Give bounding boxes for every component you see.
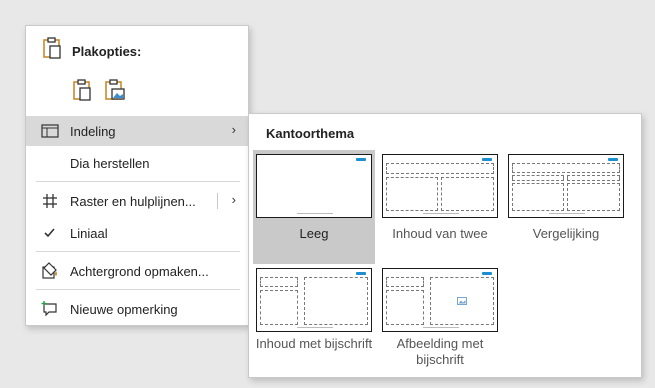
- layout-caption: Inhoud van twee: [392, 226, 488, 241]
- logo-mark: [482, 272, 492, 275]
- title-placeholder: [512, 163, 620, 173]
- layout-caption: Inhoud met bijschrift: [255, 336, 373, 351]
- text-placeholder: [260, 290, 298, 325]
- layout-caption: Afbeelding met bijschrift: [396, 336, 484, 367]
- chevron-right-icon[interactable]: ›: [232, 192, 236, 207]
- menu-item-label: Indeling: [70, 124, 116, 139]
- layout-inhoud-van-twee[interactable]: Inhoud van twee: [379, 150, 501, 264]
- logo-mark: [356, 272, 366, 275]
- content-placeholder: [512, 183, 564, 211]
- menu-item-dia-herstellen[interactable]: Dia herstellen: [26, 148, 248, 178]
- title-placeholder: [386, 277, 424, 287]
- thumb-footer: [423, 213, 459, 214]
- layout-thumbnail: [256, 268, 372, 332]
- menu-item-nieuwe-opmerking[interactable]: Nieuwe opmerking: [26, 294, 248, 324]
- heading-placeholder: [512, 175, 564, 181]
- layout-thumbnail: [508, 154, 624, 218]
- menu-item-liniaal[interactable]: Liniaal: [26, 218, 248, 248]
- text-placeholder: [386, 290, 424, 325]
- thumb-footer: [423, 327, 459, 328]
- heading-placeholder: [567, 175, 620, 181]
- menu-separator: [36, 289, 240, 290]
- menu-separator: [36, 181, 240, 182]
- menu-item-label: Dia herstellen: [70, 156, 150, 171]
- layout-vergelijking[interactable]: Vergelijking: [505, 150, 627, 264]
- menu-item-label: Nieuwe opmerking: [70, 302, 178, 317]
- title-placeholder: [260, 277, 298, 287]
- layout-inhoud-met-bijschrift[interactable]: Inhoud met bijschrift: [253, 264, 375, 376]
- layout-leeg[interactable]: Leeg: [253, 150, 375, 264]
- clipboard-icon: [42, 37, 62, 64]
- format-background-icon: [41, 262, 59, 280]
- menu-separator: [36, 251, 240, 252]
- layout-submenu: Kantoorthema Leeg Inhoud van twee Vergel…: [248, 113, 642, 378]
- paste-picture-icon[interactable]: [104, 79, 126, 101]
- layout-caption: Vergelijking: [532, 226, 600, 241]
- context-menu: Plakopties: Indeling › Dia herstellen Ra…: [25, 25, 249, 326]
- menu-item-raster-hulplijnen[interactable]: Raster en hulplijnen... ›: [26, 186, 248, 216]
- title-placeholder: [386, 163, 494, 174]
- logo-mark: [482, 158, 492, 161]
- menu-item-indeling[interactable]: Indeling ›: [26, 116, 248, 146]
- menu-item-label: Achtergrond opmaken...: [70, 264, 209, 279]
- content-placeholder: [304, 277, 368, 325]
- submenu-divider: [217, 193, 218, 209]
- new-comment-icon: [41, 300, 59, 318]
- layout-caption: Leeg: [299, 226, 329, 241]
- menu-item-achtergrond-opmaken[interactable]: Achtergrond opmaken...: [26, 256, 248, 286]
- menu-item-label: Liniaal: [70, 226, 108, 241]
- layout-icon: [41, 122, 59, 140]
- paste-options-title: Plakopties:: [72, 44, 142, 59]
- checkmark-icon: [41, 224, 59, 242]
- paste-keep-formatting-icon[interactable]: [72, 79, 94, 101]
- thumb-footer: [549, 213, 585, 214]
- grid-icon: [41, 192, 59, 210]
- layout-thumbnail: [382, 154, 498, 218]
- logo-mark: [608, 158, 618, 161]
- content-placeholder: [567, 183, 620, 211]
- layout-thumbnail: [382, 268, 498, 332]
- layout-thumbnail: [256, 154, 372, 218]
- chevron-right-icon: ›: [231, 122, 236, 137]
- submenu-title: Kantoorthema: [266, 126, 355, 141]
- thumb-footer: [297, 327, 333, 328]
- picture-placeholder: [430, 277, 494, 325]
- menu-item-label: Raster en hulplijnen...: [70, 194, 196, 209]
- logo-mark: [356, 158, 366, 161]
- content-placeholder: [386, 177, 438, 211]
- content-placeholder: [441, 177, 494, 211]
- layout-afbeelding-met-bijschrift[interactable]: Afbeelding met bijschrift: [379, 264, 501, 376]
- paste-options-header: Plakopties:: [26, 26, 248, 66]
- picture-icon: [457, 297, 467, 305]
- thumb-footer: [297, 213, 333, 214]
